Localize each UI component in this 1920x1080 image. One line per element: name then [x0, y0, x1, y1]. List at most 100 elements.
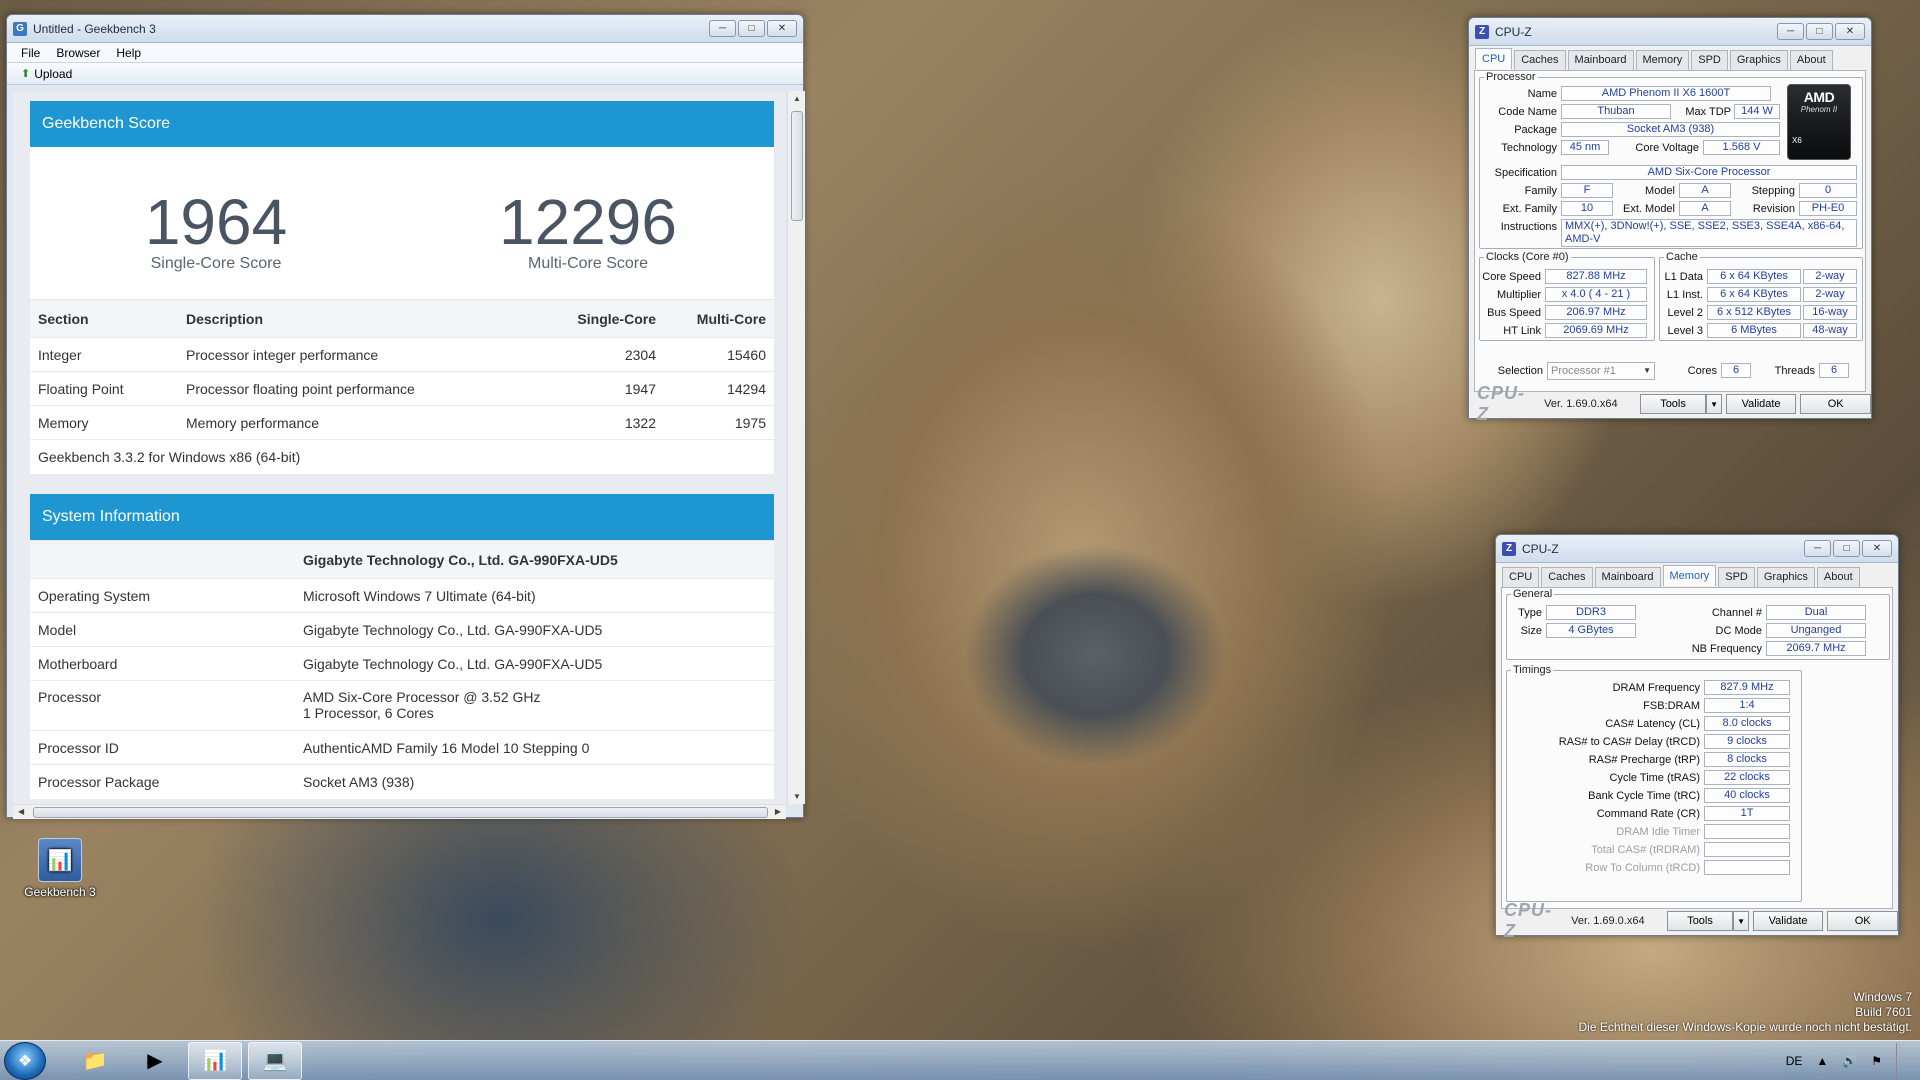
volume-icon[interactable]: 🔊 — [1842, 1054, 1857, 1068]
phenom-logo-text: Phenom II — [1800, 105, 1838, 114]
processor-legend: Processor — [1486, 71, 1536, 83]
cpuz-app-icon: Z — [1475, 24, 1489, 39]
timing-label: DRAM Idle Timer — [1616, 826, 1700, 838]
tab-about[interactable]: About — [1789, 50, 1833, 70]
taskbar-explorer[interactable]: 📁 — [68, 1042, 122, 1080]
minimize-button[interactable]: ─ — [1777, 23, 1804, 40]
minimize-button[interactable]: ─ — [1804, 540, 1831, 557]
horizontal-scrollbar[interactable]: ◀ ▶ — [13, 804, 786, 819]
geekbench-titlebar[interactable]: G Untitled - Geekbench 3 ─ □ ✕ — [7, 15, 803, 43]
scroll-up-icon[interactable]: ▲ — [793, 94, 801, 103]
selection-dropdown[interactable]: Processor #1 ▼ — [1547, 362, 1655, 380]
window-title: CPU-Z — [1522, 541, 1559, 556]
tab-mainboard[interactable]: Mainboard — [1567, 50, 1634, 70]
l2-way: 16-way — [1803, 305, 1857, 320]
row-multi: 1975 — [664, 405, 774, 440]
vertical-scroll-thumb[interactable] — [791, 111, 803, 221]
tab-spd[interactable]: SPD — [1691, 50, 1728, 70]
ok-button[interactable]: OK — [1800, 394, 1871, 414]
tab-memory[interactable]: Memory — [1662, 565, 1717, 586]
menu-browser[interactable]: Browser — [56, 46, 100, 60]
timing-label: CAS# Latency (CL) — [1605, 718, 1700, 730]
l1i-value: 6 x 64 KBytes — [1707, 287, 1801, 302]
validate-button[interactable]: Validate — [1725, 394, 1797, 414]
col-single: Single-Core — [544, 299, 664, 338]
score-card: Geekbench Score 1964 Single-Core Score 1… — [30, 101, 774, 474]
menu-file[interactable]: File — [21, 46, 40, 60]
menu-help[interactable]: Help — [116, 46, 141, 60]
start-button[interactable]: ❖ — [4, 1041, 46, 1080]
dcmode-label: DC Mode — [1715, 625, 1762, 637]
media-player-icon: ▶ — [147, 1050, 163, 1072]
close-button[interactable]: ✕ — [1862, 540, 1892, 557]
taskbar-cpuz[interactable]: 💻 — [248, 1041, 302, 1080]
selection-label: Selection — [1497, 365, 1543, 377]
stepping-value: 0 — [1799, 183, 1857, 198]
cpuz-app-icon: Z — [1502, 541, 1516, 556]
cpuz-titlebar[interactable]: Z CPU-Z ─ □ ✕ — [1496, 535, 1898, 563]
cache-legend: Cache — [1666, 251, 1698, 263]
row-description: Memory performance — [178, 405, 544, 440]
close-button[interactable]: ✕ — [1835, 23, 1865, 40]
version-label: Ver. 1.69.0.x64 — [1571, 915, 1645, 927]
tools-button[interactable]: Tools — [1639, 394, 1707, 414]
maximize-button[interactable]: □ — [738, 20, 765, 37]
tab-spd[interactable]: SPD — [1718, 567, 1755, 587]
tab-caches[interactable]: Caches — [1541, 567, 1593, 587]
timing-value — [1704, 824, 1790, 839]
table-row: Memory Memory performance 1322 1975 — [30, 405, 774, 440]
l3-value: 6 MBytes — [1707, 323, 1801, 338]
row-single: 1322 — [544, 405, 664, 440]
tab-memory[interactable]: Memory — [1635, 50, 1690, 70]
ok-button[interactable]: OK — [1827, 911, 1898, 931]
desktop-icon-geekbench[interactable]: 📊 Geekbench 3 — [22, 838, 98, 899]
size-label: Size — [1520, 625, 1542, 637]
watermark-line3: Die Echtheit dieser Windows-Kopie wurde … — [1578, 1020, 1912, 1034]
horizontal-scroll-thumb[interactable] — [33, 807, 768, 818]
upload-label: Upload — [34, 66, 73, 81]
cpuz-logo: CPU-Z — [1504, 900, 1552, 941]
tab-graphics[interactable]: Graphics — [1729, 50, 1788, 70]
tray-expand-icon[interactable]: ▲ — [1816, 1054, 1828, 1068]
tab-graphics[interactable]: Graphics — [1756, 567, 1815, 587]
window-title: CPU-Z — [1495, 24, 1532, 39]
tab-cpu[interactable]: CPU — [1475, 48, 1513, 69]
scroll-down-icon[interactable]: ▼ — [793, 792, 801, 801]
validate-button[interactable]: Validate — [1752, 911, 1824, 931]
tab-caches[interactable]: Caches — [1514, 50, 1566, 70]
tab-about[interactable]: About — [1816, 567, 1860, 587]
multi-core-score: 12296 Multi-Core Score — [402, 147, 774, 299]
cpuz-taskbar-icon: 💻 — [262, 1050, 288, 1072]
cpuz-titlebar[interactable]: Z CPU-Z ─ □ ✕ — [1469, 18, 1871, 46]
threads-value: 6 — [1819, 363, 1849, 378]
cpuz-logo: CPU-Z — [1477, 383, 1525, 424]
extmodel-value: A — [1679, 201, 1731, 216]
timing-label: Command Rate (CR) — [1596, 808, 1700, 820]
window-title: Untitled - Geekbench 3 — [33, 21, 156, 36]
tab-cpu[interactable]: CPU — [1502, 567, 1540, 587]
timing-label: Row To Column (tRCD) — [1585, 862, 1700, 874]
package-label: Package — [1514, 124, 1557, 136]
tools-dropdown-chevron-icon[interactable]: ▼ — [1706, 394, 1722, 414]
cpuz-cpu-window: Z CPU-Z ─ □ ✕ CPU Caches Mainboard Memor… — [1468, 17, 1872, 424]
taskbar-geekbench[interactable]: 📊 — [188, 1041, 242, 1080]
action-center-icon[interactable]: ⚑ — [1871, 1054, 1882, 1068]
close-button[interactable]: ✕ — [767, 20, 797, 37]
show-desktop-button[interactable] — [1896, 1042, 1906, 1079]
maximize-button[interactable]: □ — [1806, 23, 1833, 40]
vertical-scrollbar[interactable]: ▲ ▼ — [787, 91, 805, 804]
geekbench-content[interactable]: Geekbench Score 1964 Single-Core Score 1… — [13, 91, 786, 804]
tools-dropdown-chevron-icon[interactable]: ▼ — [1733, 911, 1749, 931]
maximize-button[interactable]: □ — [1833, 540, 1860, 557]
maxtdp-label: Max TDP — [1685, 106, 1731, 118]
sys-key: Processor Package — [30, 764, 295, 799]
tab-mainboard[interactable]: Mainboard — [1594, 567, 1661, 587]
scroll-right-icon[interactable]: ▶ — [775, 807, 781, 816]
taskbar-media-player[interactable]: ▶ — [128, 1042, 182, 1080]
tools-button[interactable]: Tools — [1666, 911, 1734, 931]
language-indicator[interactable]: DE — [1786, 1054, 1803, 1068]
scroll-left-icon[interactable]: ◀ — [18, 807, 24, 816]
sysinfo-subtitle-row: Gigabyte Technology Co., Ltd. GA-990FXA-… — [30, 540, 774, 579]
upload-button[interactable]: ⬆ Upload — [21, 67, 72, 81]
minimize-button[interactable]: ─ — [709, 20, 736, 37]
